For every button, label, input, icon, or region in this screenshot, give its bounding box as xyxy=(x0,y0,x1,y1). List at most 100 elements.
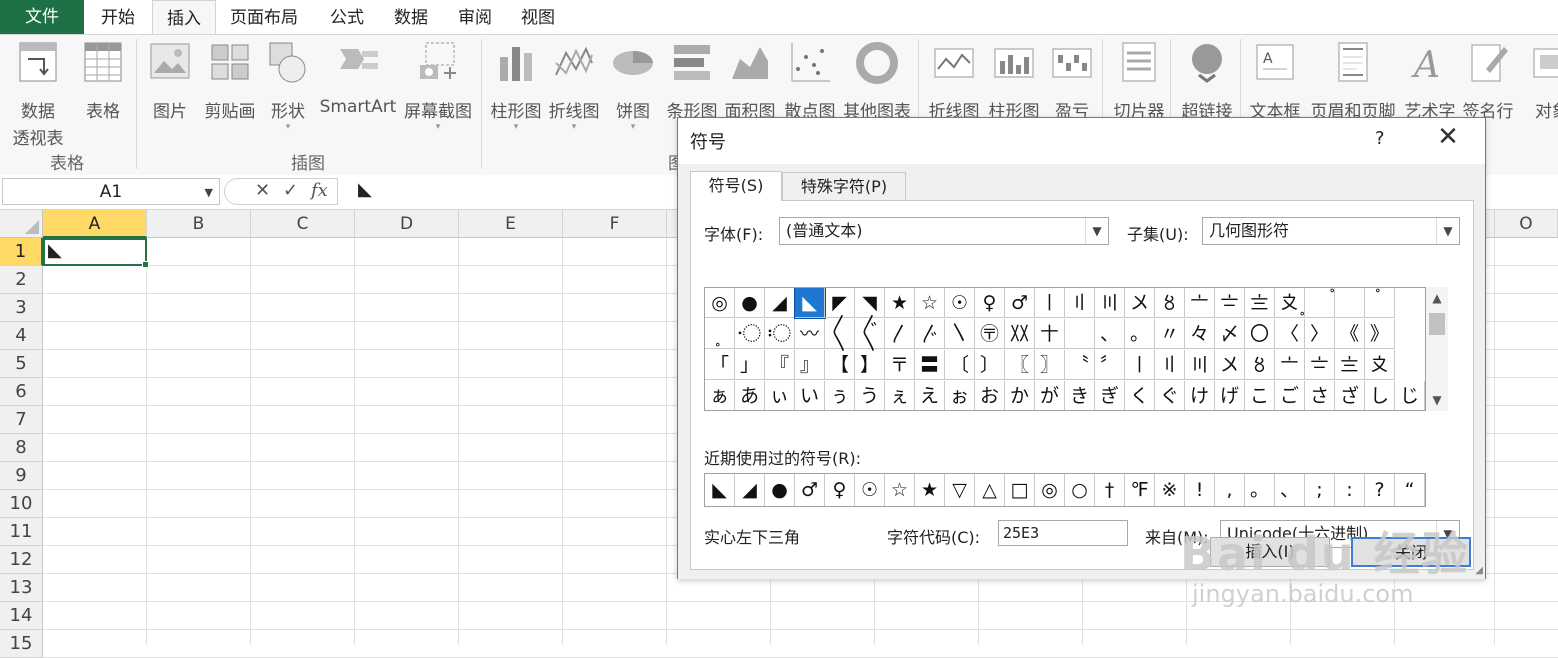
symbol-cell[interactable]: 」 xyxy=(735,350,765,380)
character-code-input[interactable]: 25E3 xyxy=(998,520,1128,546)
symbol-cell[interactable]: 〵 xyxy=(945,319,975,349)
area-chart-button[interactable]: 面积图 xyxy=(722,39,778,122)
symbol-cell[interactable]: 〓 xyxy=(915,350,945,380)
screenshot-button[interactable]: 屏幕截图 ▾ xyxy=(402,39,474,132)
active-cell-a1[interactable]: ◣ xyxy=(43,238,149,268)
recent-symbol-cell[interactable]: ※ xyxy=(1155,474,1185,506)
table-button[interactable]: 表格 xyxy=(80,39,126,122)
symbol-cell[interactable]: ♀ xyxy=(975,288,1005,318)
symbol-cell[interactable]: 、 xyxy=(1095,319,1125,349)
symbol-cell[interactable]: く xyxy=(1125,381,1155,410)
symbol-cell[interactable]: ◣ xyxy=(794,288,826,319)
clipart-button[interactable]: 剪贴画 xyxy=(202,39,258,122)
symbol-cell[interactable]: 〴 xyxy=(915,319,945,349)
enter-icon[interactable]: ✓ xyxy=(283,180,298,201)
symbol-cell[interactable]: 〗 xyxy=(1035,350,1065,380)
symbol-cell[interactable]: 〷 xyxy=(1005,319,1035,349)
header-footer-button[interactable]: 页眉和页脚 xyxy=(1304,39,1402,122)
symbol-cell[interactable]: ◤ xyxy=(825,288,855,318)
symbol-cell[interactable] xyxy=(1065,319,1095,349)
symbol-cell[interactable]: え xyxy=(915,381,945,410)
row-header-12[interactable]: 12 xyxy=(0,546,43,574)
symbol-cell[interactable]: ♂ xyxy=(1005,288,1035,318)
tab-data[interactable]: 数据 xyxy=(394,0,428,34)
fill-handle[interactable] xyxy=(142,261,149,268)
row-header-8[interactable]: 8 xyxy=(0,434,43,462)
subset-dropdown-icon[interactable]: ▼ xyxy=(1436,218,1459,244)
close-icon[interactable]: ✕ xyxy=(1430,122,1466,152)
symbol-cell[interactable]: 〢 xyxy=(1065,288,1095,318)
symbol-cell[interactable]: 〩 xyxy=(1365,350,1395,380)
recent-symbol-cell[interactable]: , xyxy=(1215,474,1245,506)
tab-page-layout[interactable]: 页面布局 xyxy=(230,0,298,34)
symbol-cell[interactable]: 〨 xyxy=(1335,350,1365,380)
recent-symbol-cell[interactable]: ◢ xyxy=(735,474,765,506)
symbol-cell[interactable]: 《 xyxy=(1335,319,1365,349)
textbox-button[interactable]: A 文本框 xyxy=(1246,39,1304,122)
symbol-cell[interactable]: 〰 xyxy=(795,319,825,349)
name-box-dropdown-icon[interactable]: ▼ xyxy=(205,179,213,206)
row-header-15[interactable]: 15 xyxy=(0,630,43,658)
symbol-cell[interactable]: 〩 xyxy=(1275,288,1305,318)
formula-input[interactable]: ◣ xyxy=(358,179,372,200)
symbol-cell[interactable]: 〡 xyxy=(1125,350,1155,380)
recent-symbol-cell[interactable]: ○ xyxy=(1065,474,1095,506)
symbol-cell[interactable]: 〢 xyxy=(1155,350,1185,380)
symbol-cell[interactable]: 〝 xyxy=(1065,350,1095,380)
symbol-cell[interactable]: き xyxy=(1065,381,1095,410)
symbol-cell[interactable]: 〸 xyxy=(1035,319,1065,349)
column-header-a[interactable]: A xyxy=(43,210,147,238)
symbol-cell[interactable]: さ xyxy=(1305,381,1335,410)
recent-symbol-cell[interactable]: 、 xyxy=(1275,474,1305,506)
recent-symbol-cell[interactable]: “ xyxy=(1395,474,1425,506)
recent-symbol-cell[interactable]: ♀ xyxy=(825,474,855,506)
symbol-cell[interactable]: 〣 xyxy=(1185,350,1215,380)
symbol-cell[interactable]: ぎ xyxy=(1095,381,1125,410)
symbol-cell[interactable]: 〮 xyxy=(735,319,765,349)
symbol-cell[interactable]: 〪 xyxy=(1305,288,1335,318)
symbol-cell[interactable]: 〥 xyxy=(1155,288,1185,318)
symbol-cell[interactable]: 】 xyxy=(855,350,885,380)
subset-select[interactable]: 几何图形符 ▼ xyxy=(1202,217,1460,245)
symbol-cell[interactable]: 〆 xyxy=(1215,319,1245,349)
column-header-o[interactable]: O xyxy=(1495,210,1558,238)
recent-symbol-cell[interactable]: : xyxy=(1335,474,1365,506)
symbol-cell[interactable]: 〉 xyxy=(1305,319,1335,349)
recent-symbol-cell[interactable]: ● xyxy=(765,474,795,506)
symbol-cell[interactable]: 〡 xyxy=(1035,288,1065,318)
symbol-cell[interactable]: 〶 xyxy=(975,319,1005,349)
cancel-icon[interactable]: ✕ xyxy=(255,180,270,201)
symbol-cell[interactable]: 『 xyxy=(765,350,795,380)
symbol-cell[interactable]: が xyxy=(1035,381,1065,410)
column-chart-button[interactable]: 柱形图 ▾ xyxy=(488,39,544,132)
symbol-cell[interactable]: ぅ xyxy=(825,381,855,410)
object-button[interactable]: 对象 xyxy=(1522,39,1558,122)
column-header-f[interactable]: F xyxy=(563,210,667,238)
recent-symbol-cell[interactable]: ★ xyxy=(915,474,945,506)
symbol-cell[interactable]: ぃ xyxy=(765,381,795,410)
symbol-cell[interactable]: ☆ xyxy=(915,288,945,318)
signature-button[interactable]: 签名行 xyxy=(1460,39,1516,122)
select-all-corner[interactable] xyxy=(0,210,43,238)
sparkline-winloss-button[interactable]: 盈亏 xyxy=(1050,39,1094,122)
slicer-button[interactable]: 切片器 xyxy=(1110,39,1168,122)
font-dropdown-icon[interactable]: ▼ xyxy=(1085,218,1108,244)
symbol-cell[interactable]: 〥 xyxy=(1245,350,1275,380)
symbol-cell[interactable]: 〱 xyxy=(825,319,855,349)
recent-symbol-cell[interactable]: ◎ xyxy=(1035,474,1065,506)
resize-grip-icon[interactable]: ◢ xyxy=(1475,565,1483,576)
picture-button[interactable]: 图片 xyxy=(146,39,194,122)
recent-symbol-cell[interactable]: ♂ xyxy=(795,474,825,506)
symbol-cell[interactable]: 〭 xyxy=(705,319,735,349)
symbol-cell[interactable]: ◢ xyxy=(765,288,795,318)
symbol-cell[interactable]: 〦 xyxy=(1275,350,1305,380)
symbol-cell[interactable]: ぁ xyxy=(705,381,735,410)
recent-symbol-cell[interactable]: ▽ xyxy=(945,474,975,506)
symbol-cell[interactable]: じ xyxy=(1395,381,1425,410)
other-chart-button[interactable]: 其他图表 xyxy=(840,39,914,122)
symbol-cell[interactable]: ☉ xyxy=(945,288,975,318)
column-header-c[interactable]: C xyxy=(251,210,355,238)
symbol-cell[interactable]: 〳 xyxy=(885,319,915,349)
symbol-cell[interactable]: 〈 xyxy=(1275,319,1305,349)
recent-symbol-cell[interactable]: ◣ xyxy=(705,474,735,506)
